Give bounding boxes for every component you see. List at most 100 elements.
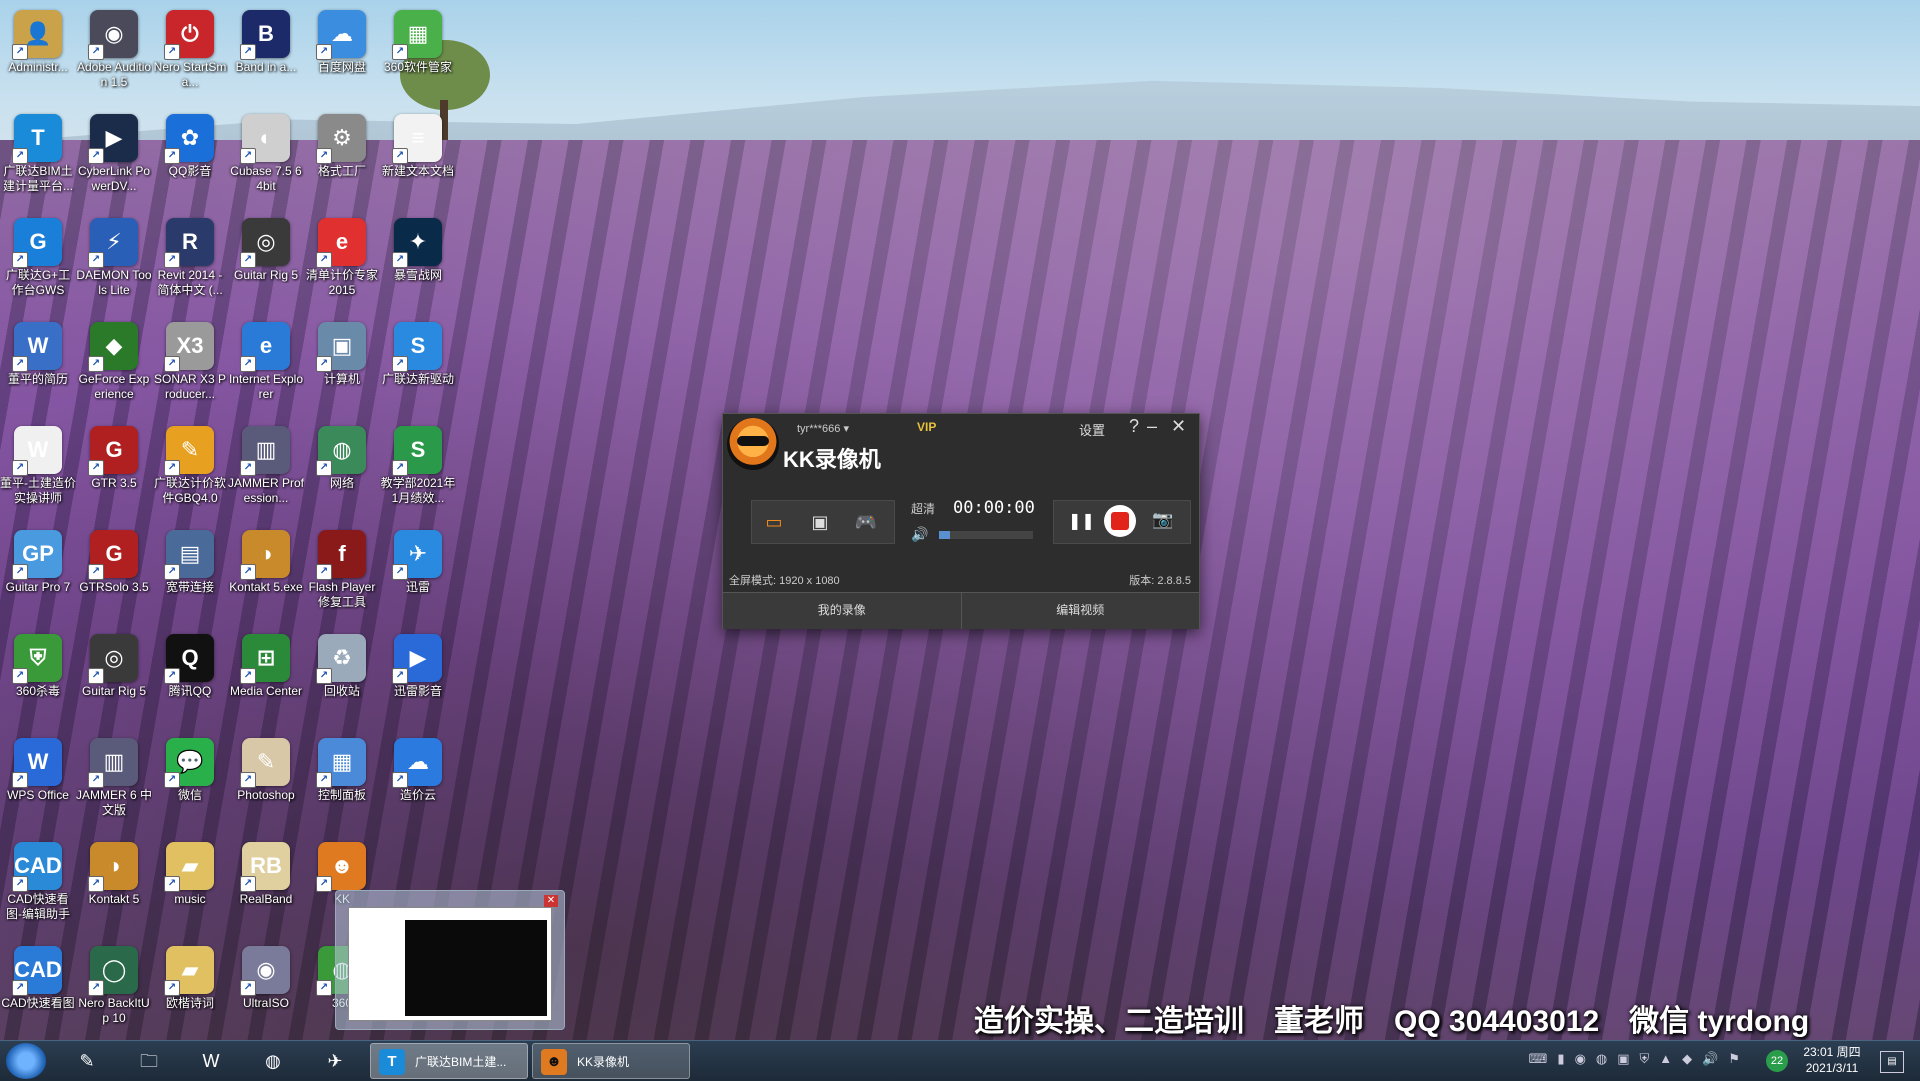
desktop-icon[interactable]: ▰ ↗ music — [152, 838, 228, 942]
desktop-icon[interactable]: ✎ ↗ 广联达计价软件GBQ4.0 — [152, 422, 228, 526]
desktop-icon[interactable]: ✎ ↗ Photoshop — [228, 734, 304, 838]
desktop-icon[interactable]: ◉ ↗ UltraISO — [228, 942, 304, 1046]
desktop-icon[interactable]: G ↗ GTR 3.5 — [76, 422, 152, 526]
desktop-icon[interactable]: 💬 ↗ 微信 — [152, 734, 228, 838]
desktop-icon[interactable]: ◆ ↗ GeForce Experience — [76, 318, 152, 422]
desktop-icon[interactable]: ◑ ↗ Kontakt 5 — [76, 838, 152, 942]
shortcut-arrow-icon: ↗ — [240, 460, 256, 476]
desktop-icon[interactable]: ◉ ↗ Adobe Audition 1.5 — [76, 6, 152, 110]
desktop-icon[interactable]: ◑ ↗ Kontakt 5.exe — [228, 526, 304, 630]
pinned-wps-icon[interactable]: W — [186, 1045, 236, 1077]
desktop-icon[interactable]: S ↗ 教学部2021年1月绩效... — [380, 422, 456, 526]
pinned-browser-icon[interactable]: ◍ — [248, 1045, 298, 1077]
desktop-icon[interactable]: ▦ ↗ 控制面板 — [304, 734, 380, 838]
shortcut-arrow-icon: ↗ — [164, 564, 180, 580]
desktop-icon-label: 董平的简历 — [7, 372, 68, 386]
desktop-icon[interactable]: W ↗ 董平-土建造价实操讲师 — [0, 422, 76, 526]
edit-video-button[interactable]: 编辑视频 — [961, 593, 1199, 629]
desktop-icon[interactable]: ✈ ↗ 迅雷 — [380, 526, 456, 630]
desktop-icon[interactable]: ◎ ↗ Guitar Rig 5 — [76, 630, 152, 734]
monitor-icon[interactable]: ▭ — [758, 509, 790, 535]
desktop-icon-label: Guitar Rig 5 — [233, 268, 299, 282]
volume-icon[interactable]: 🔊 — [911, 526, 928, 543]
app-icon: ⊞ ↗ — [240, 634, 290, 684]
desktop-icon[interactable]: ♻ ↗ 回收站 — [304, 630, 380, 734]
desktop-icon[interactable]: W ↗ WPS Office — [0, 734, 76, 838]
desktop-icon[interactable]: X3 ↗ SONAR X3 Producer... — [152, 318, 228, 422]
desktop-icon[interactable]: G ↗ 广联达G+工作台GWS — [0, 214, 76, 318]
desktop-icon[interactable]: ▥ ↗ JAMMER Profession... — [228, 422, 304, 526]
desktop-icon[interactable]: ✿ ↗ QQ影音 — [152, 110, 228, 214]
desktop-icon[interactable]: R ↗ Revit 2014 - 简体中文 (... — [152, 214, 228, 318]
desktop-icon[interactable]: ⚡ ↗ DAEMON Tools Lite — [76, 214, 152, 318]
desktop-icon[interactable]: CAD ↗ CAD快速看图-编辑助手 — [0, 838, 76, 942]
desktop-icon[interactable]: ▰ ↗ 欧楷诗词 — [152, 942, 228, 1046]
desktop-icon[interactable]: GP ↗ Guitar Pro 7 — [0, 526, 76, 630]
desktop-icon[interactable]: ▤ ↗ 宽带连接 — [152, 526, 228, 630]
desktop-icon[interactable]: G ↗ GTRSolo 3.5 — [76, 526, 152, 630]
task-gld-bim[interactable]: T 广联达BIM土建... — [370, 1043, 528, 1079]
desktop-icon[interactable]: ✦ ↗ 暴雪战网 — [380, 214, 456, 318]
pinned-explorer-icon[interactable]: 🗀 — [124, 1045, 174, 1077]
desktop-icon[interactable]: ⏻ ↗ Nero StartSma... — [152, 6, 228, 110]
desktop-icon[interactable]: ⚙ ↗ 格式工厂 — [304, 110, 380, 214]
app-icon: ≡ ↗ — [392, 114, 442, 164]
pinned-thunder-icon[interactable]: ✈ — [310, 1045, 360, 1077]
system-tray-icons[interactable]: ⌨▮◉◍▣⛨▲◆🔊⚑ — [1529, 1051, 1750, 1067]
start-button[interactable] — [6, 1043, 46, 1079]
desktop-icon[interactable]: ◯ ↗ Nero BackItUp 10 — [76, 942, 152, 1046]
thumbnail-close-icon[interactable]: ✕ — [544, 895, 558, 907]
pause-button[interactable]: ❚❚ — [1068, 511, 1095, 531]
screenshot-camera-icon[interactable]: 📷 — [1152, 510, 1173, 530]
desktop-icon[interactable]: W ↗ 董平的简历 — [0, 318, 76, 422]
desktop-icon[interactable]: ≡ ↗ 新建文本文档 — [380, 110, 456, 214]
notification-center-icon[interactable]: ▤ — [1880, 1051, 1904, 1073]
app-icon: ☁ ↗ — [316, 10, 366, 60]
app-icon: ▣ ↗ — [316, 322, 366, 372]
app-icon: f ↗ — [316, 530, 366, 580]
desktop-icon[interactable]: ☁ ↗ 造价云 — [380, 734, 456, 838]
desktop-icon[interactable]: 👤 ↗ Administr... — [0, 6, 76, 110]
desktop-icon[interactable]: ▶ ↗ 迅雷影音 — [380, 630, 456, 734]
desktop-icon[interactable]: ▣ ↗ 计算机 — [304, 318, 380, 422]
desktop-icon[interactable]: ▶ ↗ CyberLink PowerDV... — [76, 110, 152, 214]
desktop-icon[interactable]: Q ↗ 腾讯QQ — [152, 630, 228, 734]
desktop-icon[interactable]: f ↗ Flash Player 修复工具 — [304, 526, 380, 630]
pinned-notepad-icon[interactable]: ✎ — [62, 1045, 112, 1077]
desktop-icon[interactable]: ◍ ↗ 网络 — [304, 422, 380, 526]
username-dropdown[interactable]: tyr***666 ▾ — [797, 422, 849, 435]
desktop-icon[interactable]: ◐ ↗ Cubase 7.5 64bit — [228, 110, 304, 214]
gamepad-icon[interactable]: 🎮 — [850, 509, 882, 535]
app-icon: B ↗ — [240, 10, 290, 60]
app-icon: ⏻ ↗ — [164, 10, 214, 60]
desktop-icon[interactable]: RB ↗ RealBand — [228, 838, 304, 942]
desktop-icon[interactable]: ⊞ ↗ Media Center — [228, 630, 304, 734]
desktop-icon[interactable]: S ↗ 广联达新驱动 — [380, 318, 456, 422]
shortcut-arrow-icon: ↗ — [164, 668, 180, 684]
desktop-icon[interactable]: ⛨ ↗ 360杀毒 — [0, 630, 76, 734]
task-kk-recorder[interactable]: ☻ KK录像机 — [532, 1043, 690, 1079]
desktop-icon[interactable]: e ↗ Internet Explorer — [228, 318, 304, 422]
my-recordings-button[interactable]: 我的录像 — [723, 593, 962, 629]
help-button[interactable]: ? — [1129, 416, 1139, 437]
settings-button[interactable]: 设置 — [1079, 420, 1105, 439]
tray-badge[interactable]: 22 — [1766, 1050, 1788, 1072]
desktop-icon[interactable]: ▥ ↗ JAMMER 6 中文版 — [76, 734, 152, 838]
quality-selector[interactable]: 超清 — [911, 500, 935, 517]
desktop-icon[interactable]: B ↗ Band in a... — [228, 6, 304, 110]
desktop-icon[interactable]: CAD ↗ CAD快速看图 — [0, 942, 76, 1046]
clock[interactable]: 23:01 周四 2021/3/11 — [1800, 1044, 1864, 1076]
shortcut-arrow-icon: ↗ — [12, 252, 28, 268]
volume-slider[interactable] — [939, 531, 1033, 539]
desktop-icon[interactable]: ▦ ↗ 360软件管家 — [380, 6, 456, 110]
taskbar-thumbnail-preview[interactable]: ✕ — [335, 890, 565, 1030]
desktop-icon[interactable]: T ↗ 广联达BIM土建计量平台... — [0, 110, 76, 214]
kk-recorder-window[interactable]: tyr***666 ▾ VIP KK录像机 设置 ? – ✕ ▭ ▣ 🎮 超清 … — [722, 413, 1200, 629]
window-icon[interactable]: ▣ — [804, 509, 836, 535]
desktop-icon[interactable]: ☁ ↗ 百度网盘 — [304, 6, 380, 110]
minimize-button[interactable]: – — [1147, 416, 1157, 437]
desktop-icon[interactable]: e ↗ 清单计价专家2015 — [304, 214, 380, 318]
desktop-icon[interactable]: ◎ ↗ Guitar Rig 5 — [228, 214, 304, 318]
close-button[interactable]: ✕ — [1171, 416, 1186, 437]
record-button[interactable] — [1104, 505, 1136, 537]
